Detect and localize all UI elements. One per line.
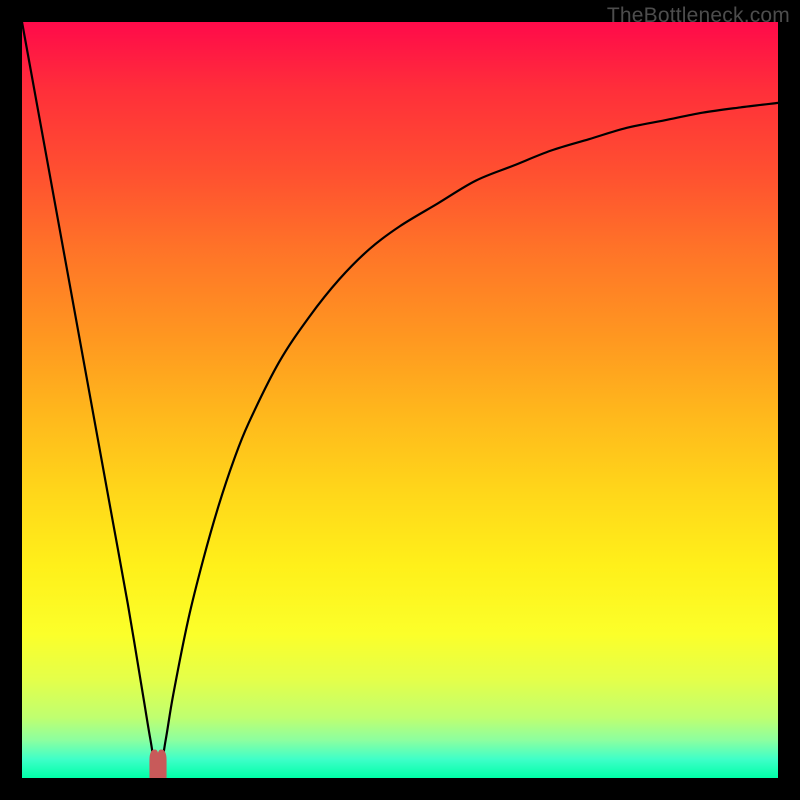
optimum-marker-shape xyxy=(150,750,166,778)
plot-area xyxy=(22,22,778,778)
bottleneck-curve xyxy=(22,22,778,778)
optimum-marker xyxy=(146,746,170,779)
curve-svg xyxy=(22,22,778,778)
chart-frame: TheBottleneck.com xyxy=(0,0,800,800)
